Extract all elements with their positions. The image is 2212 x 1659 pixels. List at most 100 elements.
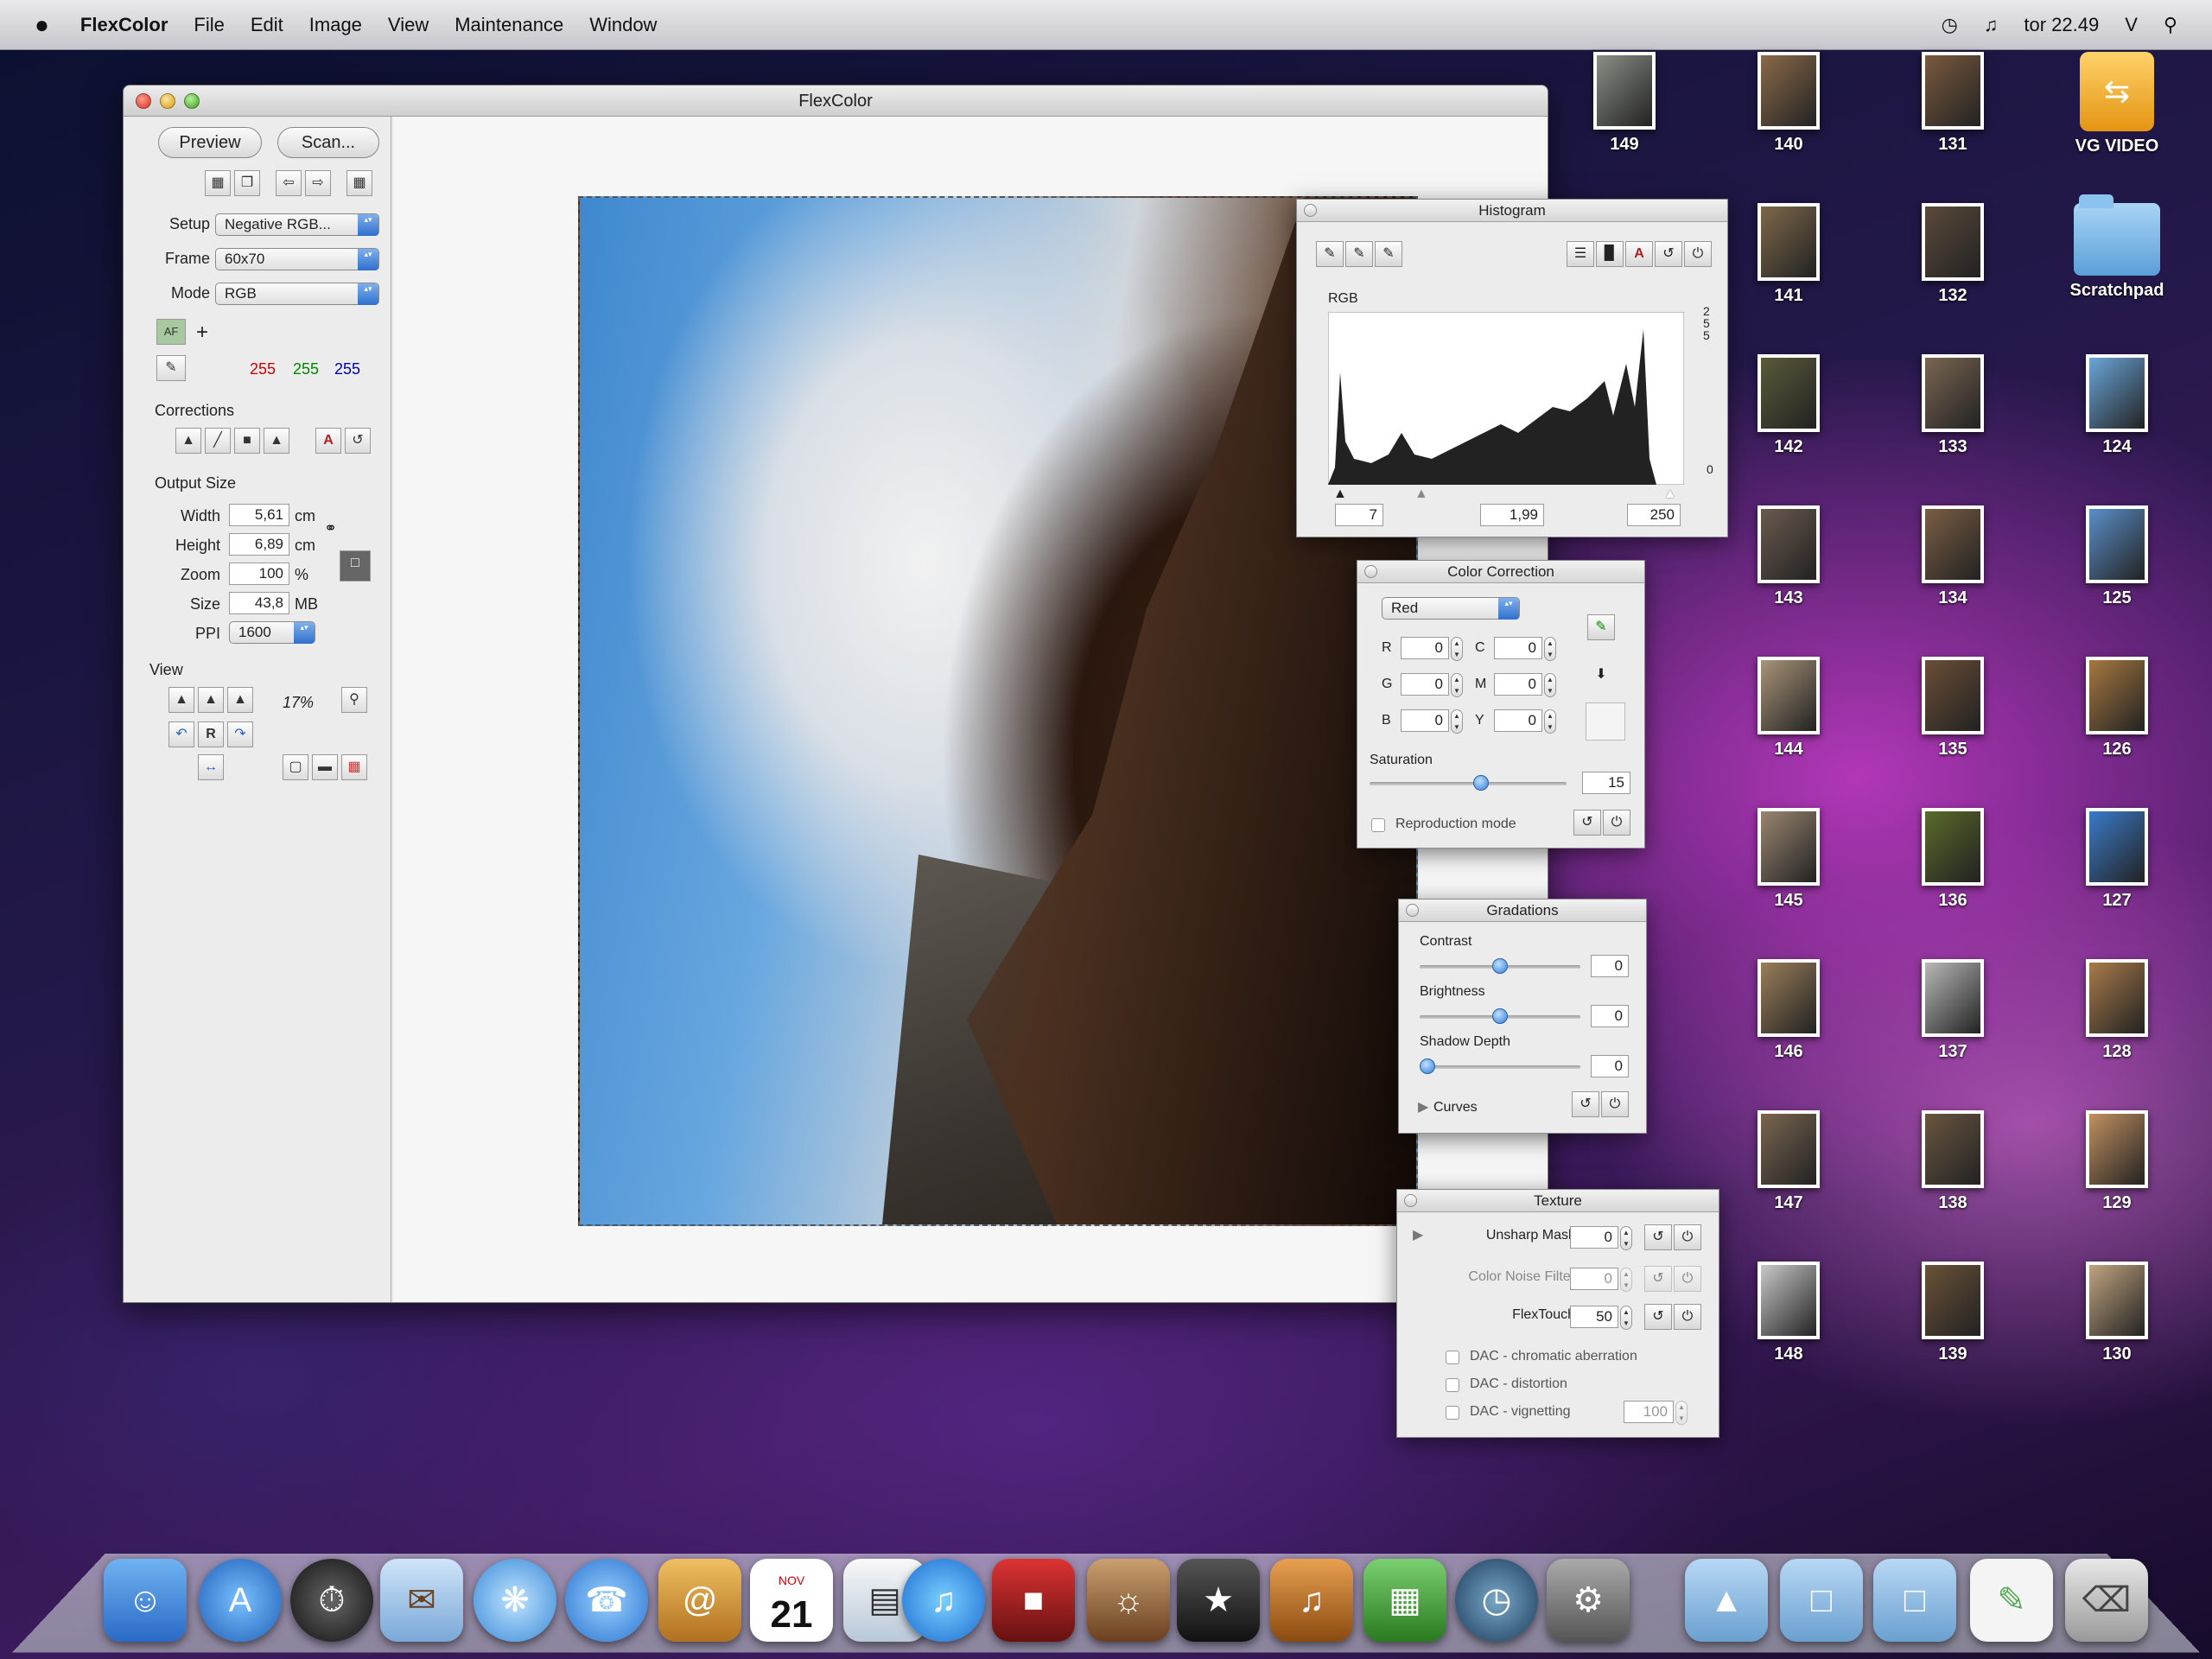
menu-file[interactable]: File — [194, 14, 224, 36]
safari-icon[interactable]: ❋ — [474, 1559, 556, 1642]
desktop-icon-131[interactable]: 131 — [1901, 52, 2005, 155]
desktop-icon-137[interactable]: 137 — [1901, 959, 2005, 1062]
sharpen-icon[interactable]: ▲ — [264, 428, 289, 454]
curves-label[interactable]: Curves — [1433, 1100, 1478, 1116]
menubar-clock[interactable]: tor 22.49 — [2024, 14, 2099, 36]
cc-power-icon[interactable]: ⏻ — [1603, 810, 1630, 836]
desktop-icon-147[interactable]: 147 — [1737, 1110, 1840, 1213]
minecraft-icon[interactable]: ▦ — [1363, 1559, 1446, 1642]
iphoto-icon[interactable]: ☼ — [1087, 1559, 1170, 1642]
add-icon[interactable]: + — [196, 321, 208, 345]
close-button[interactable] — [136, 93, 151, 109]
lock-icon[interactable]: ⚭ — [324, 519, 337, 537]
mode-select[interactable]: RGB — [215, 283, 379, 305]
desktop-icon-135[interactable]: 135 — [1901, 657, 2005, 760]
unsharp-reset-icon[interactable]: ↺ — [1644, 1224, 1672, 1250]
batch-icon[interactable]: ▦ — [205, 170, 231, 196]
crop-icon[interactable]: □ — [340, 550, 371, 582]
histogram-reset-icon[interactable]: ↺ — [1655, 241, 1682, 267]
contrast-slider-knob[interactable] — [1492, 958, 1508, 974]
shadow-depth-field[interactable]: 0 — [1591, 1055, 1629, 1077]
gradations-reset-icon[interactable]: ↺ — [1572, 1091, 1599, 1117]
flextouch-power-icon[interactable]: ⏻ — [1674, 1304, 1701, 1330]
ichat-icon[interactable]: ☎ — [565, 1559, 648, 1642]
reset-icon[interactable]: ↺ — [345, 428, 371, 454]
desktop-icon-vg-video[interactable]: ⇆ VG VIDEO — [2065, 52, 2169, 156]
black-point-marker[interactable]: ▲ — [1333, 486, 1347, 502]
desktop-icon-130[interactable]: 130 — [2065, 1262, 2169, 1364]
grid-view-icon[interactable]: ▦ — [341, 754, 367, 780]
flextouch-reset-icon[interactable]: ↺ — [1644, 1304, 1672, 1330]
color-correction-icon[interactable]: ■ — [234, 428, 260, 454]
desktop-icon-133[interactable]: 133 — [1901, 354, 2005, 457]
r-stepper[interactable]: ▲ ▼ — [1451, 637, 1463, 661]
arrow-right-icon[interactable]: ⇨ — [305, 170, 331, 196]
app-store-icon[interactable]: A — [199, 1559, 282, 1642]
frame-select[interactable]: 60x70 — [215, 248, 379, 270]
address-book-icon[interactable]: @ — [658, 1559, 741, 1642]
y-field[interactable]: 0 — [1494, 709, 1542, 732]
dac-distortion-checkbox[interactable] — [1446, 1378, 1459, 1392]
g-stepper[interactable]: ▲ ▼ — [1451, 673, 1463, 697]
itunes-icon[interactable]: ♫ — [902, 1559, 985, 1642]
desktop-icon-138[interactable]: 138 — [1901, 1110, 2005, 1213]
documents-folder-icon[interactable]: □ — [1780, 1559, 1863, 1642]
time-machine-dock-icon[interactable]: ◷ — [1455, 1559, 1538, 1642]
setup-select[interactable]: Negative RGB... — [215, 213, 379, 236]
desktop-icon-126[interactable]: 126 — [2065, 657, 2169, 760]
menu-image[interactable]: Image — [309, 14, 362, 36]
unsharp-power-icon[interactable]: ⏻ — [1674, 1224, 1701, 1250]
auto-text-icon[interactable]: A — [1625, 241, 1653, 267]
desktop-icon-149[interactable]: 149 — [1573, 52, 1676, 155]
width-field[interactable]: 5,61 — [229, 504, 289, 526]
reproduction-checkbox[interactable] — [1371, 818, 1385, 832]
dac-vignetting-checkbox[interactable] — [1446, 1406, 1459, 1420]
shadow-depth-slider-knob[interactable] — [1420, 1058, 1435, 1074]
cc-eyedropper-icon[interactable]: ✎ — [1587, 614, 1615, 640]
user-menu[interactable]: V — [2125, 14, 2138, 36]
histogram-mode-icon[interactable]: ☰ — [1567, 241, 1594, 267]
brightness-field[interactable]: 0 — [1591, 1005, 1629, 1027]
desktop-icon-128[interactable]: 128 — [2065, 959, 2169, 1062]
densitometer-icon[interactable]: ✎ — [156, 355, 186, 381]
desktop-icon-127[interactable]: 127 — [2065, 808, 2169, 911]
desktop-icon-148[interactable]: 148 — [1737, 1262, 1840, 1364]
text-icon[interactable]: A — [315, 428, 341, 454]
zoom-button[interactable] — [184, 93, 200, 109]
histogram-chart-icon[interactable]: ▉ — [1596, 241, 1624, 267]
white-point-marker[interactable]: ▲ — [1663, 486, 1677, 502]
menu-app[interactable]: FlexColor — [80, 14, 168, 36]
curves-disclosure-icon[interactable]: ▶ — [1418, 1098, 1428, 1116]
mirror-icon[interactable]: ↔ — [198, 754, 224, 780]
b-stepper[interactable]: ▲ ▼ — [1451, 709, 1463, 734]
histogram-icon[interactable]: ▲ — [175, 428, 201, 454]
gradations-close-button[interactable] — [1406, 904, 1419, 917]
flextouch-field[interactable]: 50 — [1570, 1306, 1618, 1328]
menu-window[interactable]: Window — [589, 14, 657, 36]
view-small-icon[interactable]: ▲ — [168, 687, 194, 713]
desktop-icon-134[interactable]: 134 — [1901, 505, 2005, 608]
desktop-icon-132[interactable]: 132 — [1901, 203, 2005, 306]
shadow-depth-slider[interactable] — [1420, 1065, 1580, 1069]
m-stepper[interactable]: ▲ ▼ — [1544, 673, 1556, 697]
white-point-field[interactable]: 250 — [1627, 504, 1681, 526]
saturation-field[interactable]: 15 — [1582, 772, 1630, 794]
pdf-document-icon[interactable]: ✎ — [1970, 1559, 2053, 1642]
saturation-slider-knob[interactable] — [1473, 775, 1489, 791]
gamma-marker[interactable]: ▲ — [1414, 486, 1428, 502]
b-field[interactable]: 0 — [1401, 709, 1449, 732]
view-medium-icon[interactable]: ▲ — [198, 687, 224, 713]
color-select[interactable]: Red — [1382, 597, 1520, 620]
gamma-field[interactable]: 1,99 — [1480, 504, 1544, 526]
desktop-icon-141[interactable]: 141 — [1737, 203, 1840, 306]
time-machine-icon[interactable]: ◷ — [1942, 14, 1958, 36]
autofocus-button[interactable]: AF — [156, 319, 186, 345]
menu-edit[interactable]: Edit — [251, 14, 283, 36]
cc-apply-icon[interactable]: ⬇ — [1587, 663, 1615, 689]
preview-button[interactable]: Preview — [158, 127, 262, 158]
grid-icon[interactable]: ▦ — [346, 170, 372, 196]
flextouch-stepper[interactable]: ▲ ▼ — [1620, 1306, 1632, 1330]
system-preferences-icon[interactable]: ⚙ — [1547, 1559, 1630, 1642]
desktop-icon-136[interactable]: 136 — [1901, 808, 2005, 911]
dashboard-icon[interactable]: ⏱ — [290, 1559, 373, 1642]
